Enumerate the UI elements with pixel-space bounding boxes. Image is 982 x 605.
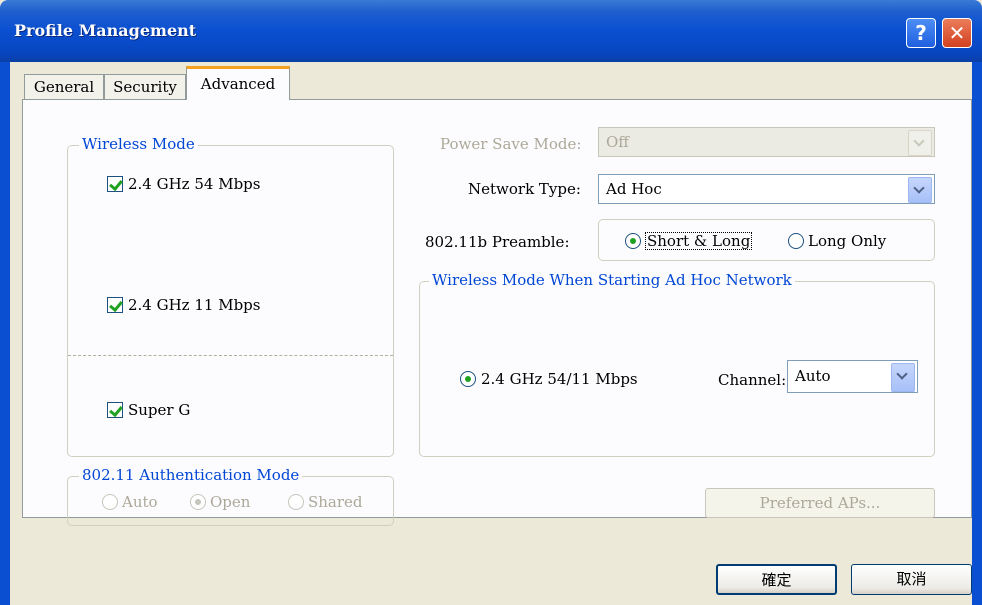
tab-security[interactable]: Security (104, 74, 186, 99)
tab-general[interactable]: General (24, 74, 104, 99)
chevron-down-icon (908, 130, 932, 156)
wireless-mode-divider (68, 355, 393, 356)
label-adhoc-54-11[interactable]: 2.4 GHz 54/11 Mbps (481, 370, 638, 388)
network-type-value: Ad Hoc (606, 180, 662, 198)
radio-auth-auto[interactable] (102, 494, 118, 510)
cancel-button[interactable]: 取消 (851, 564, 972, 595)
window-frame-right (972, 62, 982, 605)
label-auth-auto[interactable]: Auto (122, 493, 158, 511)
label-auth-open[interactable]: Open (210, 493, 250, 511)
label-super-g[interactable]: Super G (128, 401, 190, 419)
checkbox-54mbps[interactable] (107, 176, 123, 192)
window-title: Profile Management (14, 21, 197, 40)
chevron-down-icon (891, 363, 915, 392)
power-save-select[interactable]: Off (598, 127, 935, 157)
chevron-down-icon (908, 177, 932, 203)
channel-select[interactable]: Auto (787, 360, 918, 393)
channel-value: Auto (795, 367, 831, 385)
radio-long-only[interactable] (788, 233, 804, 249)
ok-button[interactable]: 確定 (716, 564, 837, 595)
checkbox-11mbps[interactable] (107, 297, 123, 313)
label-54mbps[interactable]: 2.4 GHz 54 Mbps (128, 175, 260, 193)
tab-advanced[interactable]: Advanced (186, 66, 290, 100)
network-type-label: Network Type: (468, 180, 581, 198)
channel-label: Channel: (718, 371, 787, 389)
wireless-mode-title: Wireless Mode (79, 135, 198, 153)
radio-short-long[interactable] (625, 233, 641, 249)
label-11mbps[interactable]: 2.4 GHz 11 Mbps (128, 296, 260, 314)
power-save-value: Off (606, 133, 629, 151)
close-button[interactable]: ✕ (942, 18, 972, 48)
power-save-label: Power Save Mode: (440, 135, 582, 153)
window-frame-left (0, 62, 10, 605)
help-button[interactable]: ? (906, 18, 936, 48)
checkbox-super-g[interactable] (107, 402, 123, 418)
radio-adhoc-54-11[interactable] (460, 371, 476, 387)
radio-auth-shared[interactable] (288, 494, 304, 510)
adhoc-title: Wireless Mode When Starting Ad Hoc Netwo… (429, 271, 795, 289)
preamble-label: 802.11b Preamble: (425, 233, 570, 251)
preferred-aps-button[interactable]: Preferred APs... (705, 488, 935, 518)
radio-auth-open[interactable] (190, 494, 206, 510)
auth-mode-title: 802.11 Authentication Mode (79, 466, 303, 484)
label-short-long[interactable]: Short & Long (645, 232, 753, 250)
label-long-only[interactable]: Long Only (808, 232, 886, 250)
label-auth-shared[interactable]: Shared (308, 493, 363, 511)
network-type-select[interactable]: Ad Hoc (598, 174, 935, 204)
